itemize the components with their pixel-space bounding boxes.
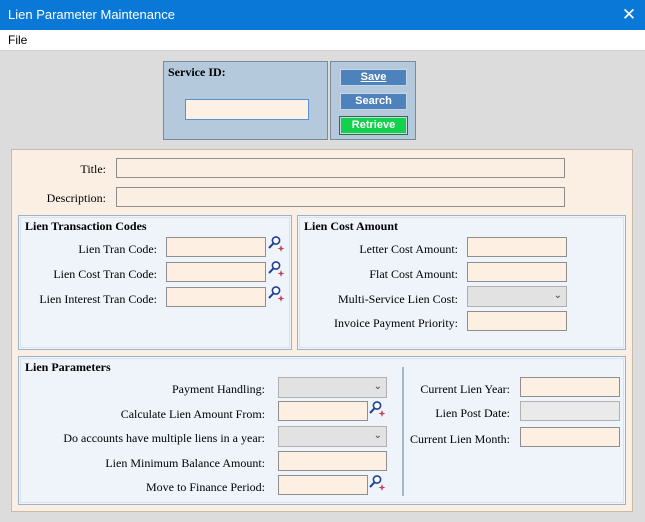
description-label: Description: xyxy=(46,191,106,205)
service-id-label: Service ID: xyxy=(168,65,226,79)
save-button[interactable]: Save xyxy=(340,69,407,86)
move-to-finance-period-input[interactable] xyxy=(278,475,368,495)
magnifier-sparkle-icon[interactable] xyxy=(368,400,386,418)
lien-cost-tran-code-input[interactable] xyxy=(166,262,266,282)
letter-cost-amount-label: Letter Cost Amount: xyxy=(359,242,458,256)
lien-interest-tran-code-input[interactable] xyxy=(166,287,266,307)
menu-bar: File xyxy=(0,30,645,51)
magnifier-sparkle-icon[interactable] xyxy=(267,285,285,303)
lien-interest-tran-code-label: Lien Interest Tran Code: xyxy=(39,292,157,306)
title-input[interactable] xyxy=(116,158,565,178)
move-to-finance-period-label: Move to Finance Period: xyxy=(146,480,265,494)
chevron-down-icon: ⌄ xyxy=(373,430,382,441)
multi-service-lien-cost-label: Multi-Service Lien Cost: xyxy=(338,292,458,306)
lien-cost-tran-code-label: Lien Cost Tran Code: xyxy=(53,267,157,281)
lien-transaction-codes-group: Lien Transaction Codes Lien Tran Code: L… xyxy=(18,215,292,350)
lien-minimum-balance-input[interactable] xyxy=(278,451,387,471)
flat-cost-amount-input[interactable] xyxy=(467,262,567,282)
invoice-payment-priority-input[interactable] xyxy=(467,311,567,331)
multiple-liens-label: Do accounts have multiple liens in a yea… xyxy=(63,431,265,445)
window-title: Lien Parameter Maintenance xyxy=(8,7,175,22)
multi-service-lien-cost-dropdown[interactable]: ⌄ xyxy=(467,286,567,307)
lien-post-date-input[interactable] xyxy=(520,401,620,421)
chevron-down-icon: ⌄ xyxy=(373,381,382,392)
description-input[interactable] xyxy=(116,187,565,207)
lien-tran-code-input[interactable] xyxy=(166,237,266,257)
group-heading: Lien Transaction Codes xyxy=(25,219,147,233)
service-id-input[interactable] xyxy=(185,99,309,120)
letter-cost-amount-input[interactable] xyxy=(467,237,567,257)
lien-tran-code-label: Lien Tran Code: xyxy=(78,242,157,256)
current-lien-year-input[interactable] xyxy=(520,377,620,397)
magnifier-sparkle-icon[interactable] xyxy=(267,235,285,253)
search-button[interactable]: Search xyxy=(340,93,407,110)
main-panel: Title: Description: Lien Transaction Cod… xyxy=(11,149,633,512)
current-lien-month-input[interactable] xyxy=(520,427,620,447)
chevron-down-icon: ⌄ xyxy=(553,290,562,301)
group-heading: Lien Cost Amount xyxy=(304,219,399,233)
lien-post-date-label: Lien Post Date: xyxy=(435,406,510,420)
invoice-payment-priority-label: Invoice Payment Priority: xyxy=(334,316,458,330)
magnifier-sparkle-icon[interactable] xyxy=(267,260,285,278)
calculate-lien-amount-input[interactable] xyxy=(278,401,368,421)
close-icon[interactable]: ✕ xyxy=(618,4,640,26)
payment-handling-label: Payment Handling: xyxy=(172,382,265,396)
service-actions-panel: Save Search Retrieve xyxy=(330,61,416,140)
flat-cost-amount-label: Flat Cost Amount: xyxy=(369,267,458,281)
lien-minimum-balance-label: Lien Minimum Balance Amount: xyxy=(105,456,265,470)
lien-cost-amount-group: Lien Cost Amount Letter Cost Amount: Fla… xyxy=(297,215,626,350)
menu-file[interactable]: File xyxy=(8,33,27,47)
payment-handling-dropdown[interactable]: ⌄ xyxy=(278,377,387,398)
multiple-liens-dropdown[interactable]: ⌄ xyxy=(278,426,387,447)
current-lien-month-label: Current Lien Month: xyxy=(410,432,510,446)
service-id-panel: Service ID: xyxy=(163,61,328,140)
current-lien-year-label: Current Lien Year: xyxy=(420,382,510,396)
magnifier-sparkle-icon[interactable] xyxy=(368,474,386,492)
retrieve-button[interactable]: Retrieve xyxy=(339,116,408,135)
title-label: Title: xyxy=(80,162,106,176)
group-heading: Lien Parameters xyxy=(25,360,111,374)
calculate-lien-amount-label: Calculate Lien Amount From: xyxy=(120,407,265,421)
lien-parameters-group: Lien Parameters Payment Handling: ⌄ Calc… xyxy=(18,356,626,505)
